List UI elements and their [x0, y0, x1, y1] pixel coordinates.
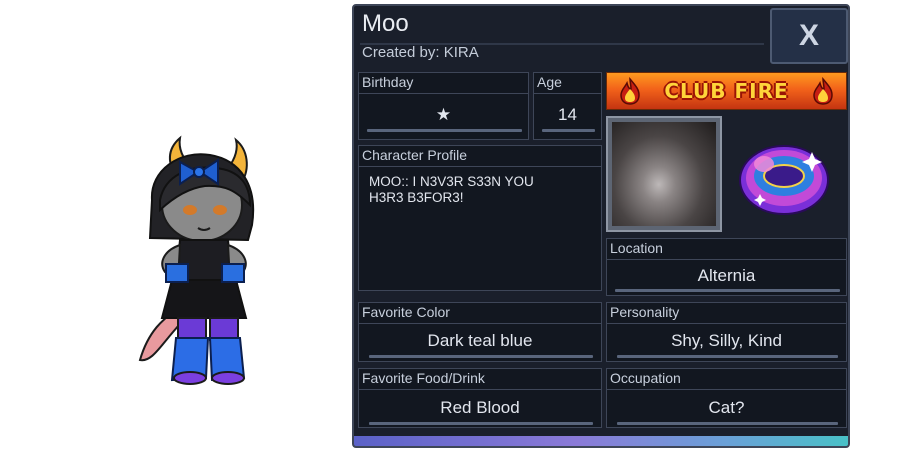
character-display	[0, 0, 350, 450]
personality-value: Shy, Silly, Kind	[671, 331, 782, 350]
field-label-divider	[359, 389, 601, 390]
close-button[interactable]: X	[770, 8, 848, 64]
favorite-color-label: Favorite Color	[362, 304, 450, 320]
character-profile-field: Character Profile MOO:: I N3V3R S33N YOU…	[358, 145, 602, 291]
created-by: Created by: KIRA	[362, 44, 479, 61]
creator-name: KIRA	[443, 44, 479, 61]
personality-label: Personality	[610, 304, 680, 320]
spinning-top-icon	[739, 145, 829, 215]
field-underline	[369, 355, 593, 358]
character-illustration	[138, 135, 255, 385]
character-name: Moo	[362, 10, 409, 37]
field-underline	[369, 422, 593, 425]
field-underline	[542, 129, 595, 132]
favorite-food-field: Favorite Food/Drink Red Blood	[358, 368, 602, 428]
field-label-divider	[607, 389, 846, 390]
character-profile-text: MOO:: I N3V3R S33N YOU H3R3 B3FOR3!	[369, 174, 534, 205]
created-by-label: Created by:	[362, 44, 440, 61]
favorite-food-label: Favorite Food/Drink	[362, 370, 485, 386]
location-value: Alternia	[697, 266, 756, 285]
field-label-divider	[359, 166, 601, 167]
panel-bottom-bar	[354, 436, 848, 446]
field-label-divider	[607, 259, 846, 260]
flame-icon	[813, 77, 833, 105]
birthday-value: ★	[435, 105, 452, 124]
field-label-divider	[359, 93, 528, 94]
field-underline	[617, 422, 838, 425]
birthday-label: Birthday	[362, 74, 414, 90]
occupation-field: Occupation Cat?	[606, 368, 847, 428]
club-name: CLUB FIRE	[664, 79, 789, 103]
close-icon: X	[798, 19, 819, 52]
occupation-value: Cat?	[708, 398, 745, 417]
field-underline	[367, 129, 522, 132]
profile-photo	[612, 122, 716, 226]
location-label: Location	[610, 240, 663, 256]
personality-field: Personality Shy, Silly, Kind	[606, 302, 847, 362]
age-field: Age 14	[533, 72, 602, 140]
character-profile-panel: Moo Created by: KIRA X Birthday ★ Age 14…	[352, 4, 850, 448]
location-field: Location Alternia	[606, 238, 847, 296]
favorite-color-value: Dark teal blue	[427, 331, 533, 350]
profile-photo-frame	[606, 116, 722, 232]
field-label-divider	[359, 323, 601, 324]
field-underline	[617, 355, 838, 358]
birthday-field: Birthday ★	[358, 72, 529, 140]
field-label-divider	[534, 93, 601, 94]
field-label-divider	[607, 323, 846, 324]
favorite-color-field: Favorite Color Dark teal blue	[358, 302, 602, 362]
occupation-label: Occupation	[610, 370, 681, 386]
character-profile-label: Character Profile	[362, 147, 468, 163]
flame-icon	[620, 77, 640, 105]
age-value: 14	[558, 105, 577, 124]
age-label: Age	[537, 74, 562, 90]
field-underline	[615, 289, 840, 292]
favorite-food-value: Red Blood	[440, 398, 520, 417]
club-banner: CLUB FIRE	[606, 72, 847, 110]
